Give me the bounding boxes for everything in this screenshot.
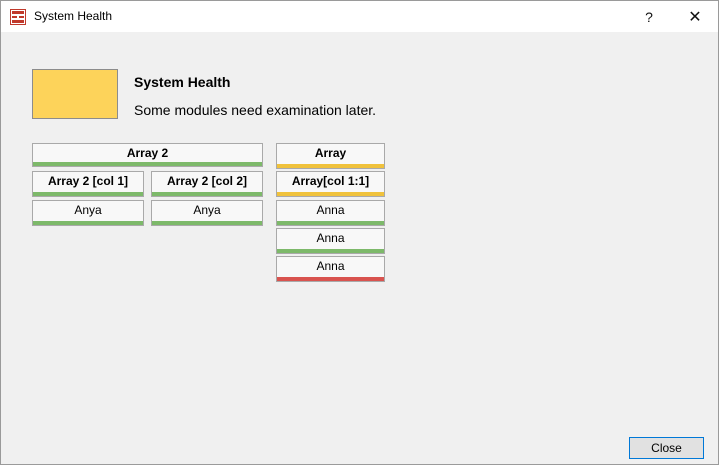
array-header[interactable]: Array — [276, 143, 385, 169]
array-cell-3[interactable]: Anna — [276, 256, 385, 282]
array-cell-1[interactable]: Anna — [276, 200, 385, 226]
status-message: Some modules need examination later. — [134, 102, 377, 118]
status-bar — [277, 249, 384, 253]
cell-label: Anya — [193, 203, 221, 217]
status-bar — [33, 162, 262, 166]
status-bar — [277, 164, 384, 168]
status-bar — [277, 221, 384, 225]
array-cell-2[interactable]: Anna — [276, 228, 385, 254]
cell-label: Anna — [316, 259, 345, 273]
window-title: System Health — [34, 9, 113, 23]
status-bar — [33, 192, 143, 196]
array2-col2-header[interactable]: Array 2 [col 2] — [151, 171, 263, 197]
array2-col1-cell[interactable]: Anya — [32, 200, 144, 226]
array2-header-label: Array 2 — [126, 146, 169, 160]
close-button[interactable]: Close — [629, 437, 704, 459]
cell-label: Anya — [74, 203, 102, 217]
status-color-swatch — [32, 69, 118, 119]
status-bar — [33, 221, 143, 225]
system-health-dialog: System Health ? ✕ System Health Some mod… — [0, 0, 719, 465]
app-icon — [10, 9, 26, 25]
array2-col2-label: Array 2 [col 2] — [166, 174, 248, 188]
status-bar — [277, 192, 384, 196]
array2-col1-label: Array 2 [col 1] — [47, 174, 129, 188]
array2-header[interactable]: Array 2 — [32, 143, 263, 167]
array-header-label: Array — [314, 146, 347, 160]
cell-label: Anna — [316, 203, 345, 217]
array2-col1-header[interactable]: Array 2 [col 1] — [32, 171, 144, 197]
window-close-icon[interactable]: ✕ — [672, 1, 718, 32]
cell-label: Anna — [316, 231, 345, 245]
array-col1-header[interactable]: Array[col 1:1] — [276, 171, 385, 197]
title-bar: System Health ? ✕ — [1, 1, 718, 32]
status-bar — [152, 192, 262, 196]
status-bar — [152, 221, 262, 225]
array2-col2-cell[interactable]: Anya — [151, 200, 263, 226]
array-col1-label: Array[col 1:1] — [291, 174, 370, 188]
help-button[interactable]: ? — [626, 1, 672, 32]
status-title: System Health — [134, 74, 231, 90]
status-bar — [277, 277, 384, 281]
